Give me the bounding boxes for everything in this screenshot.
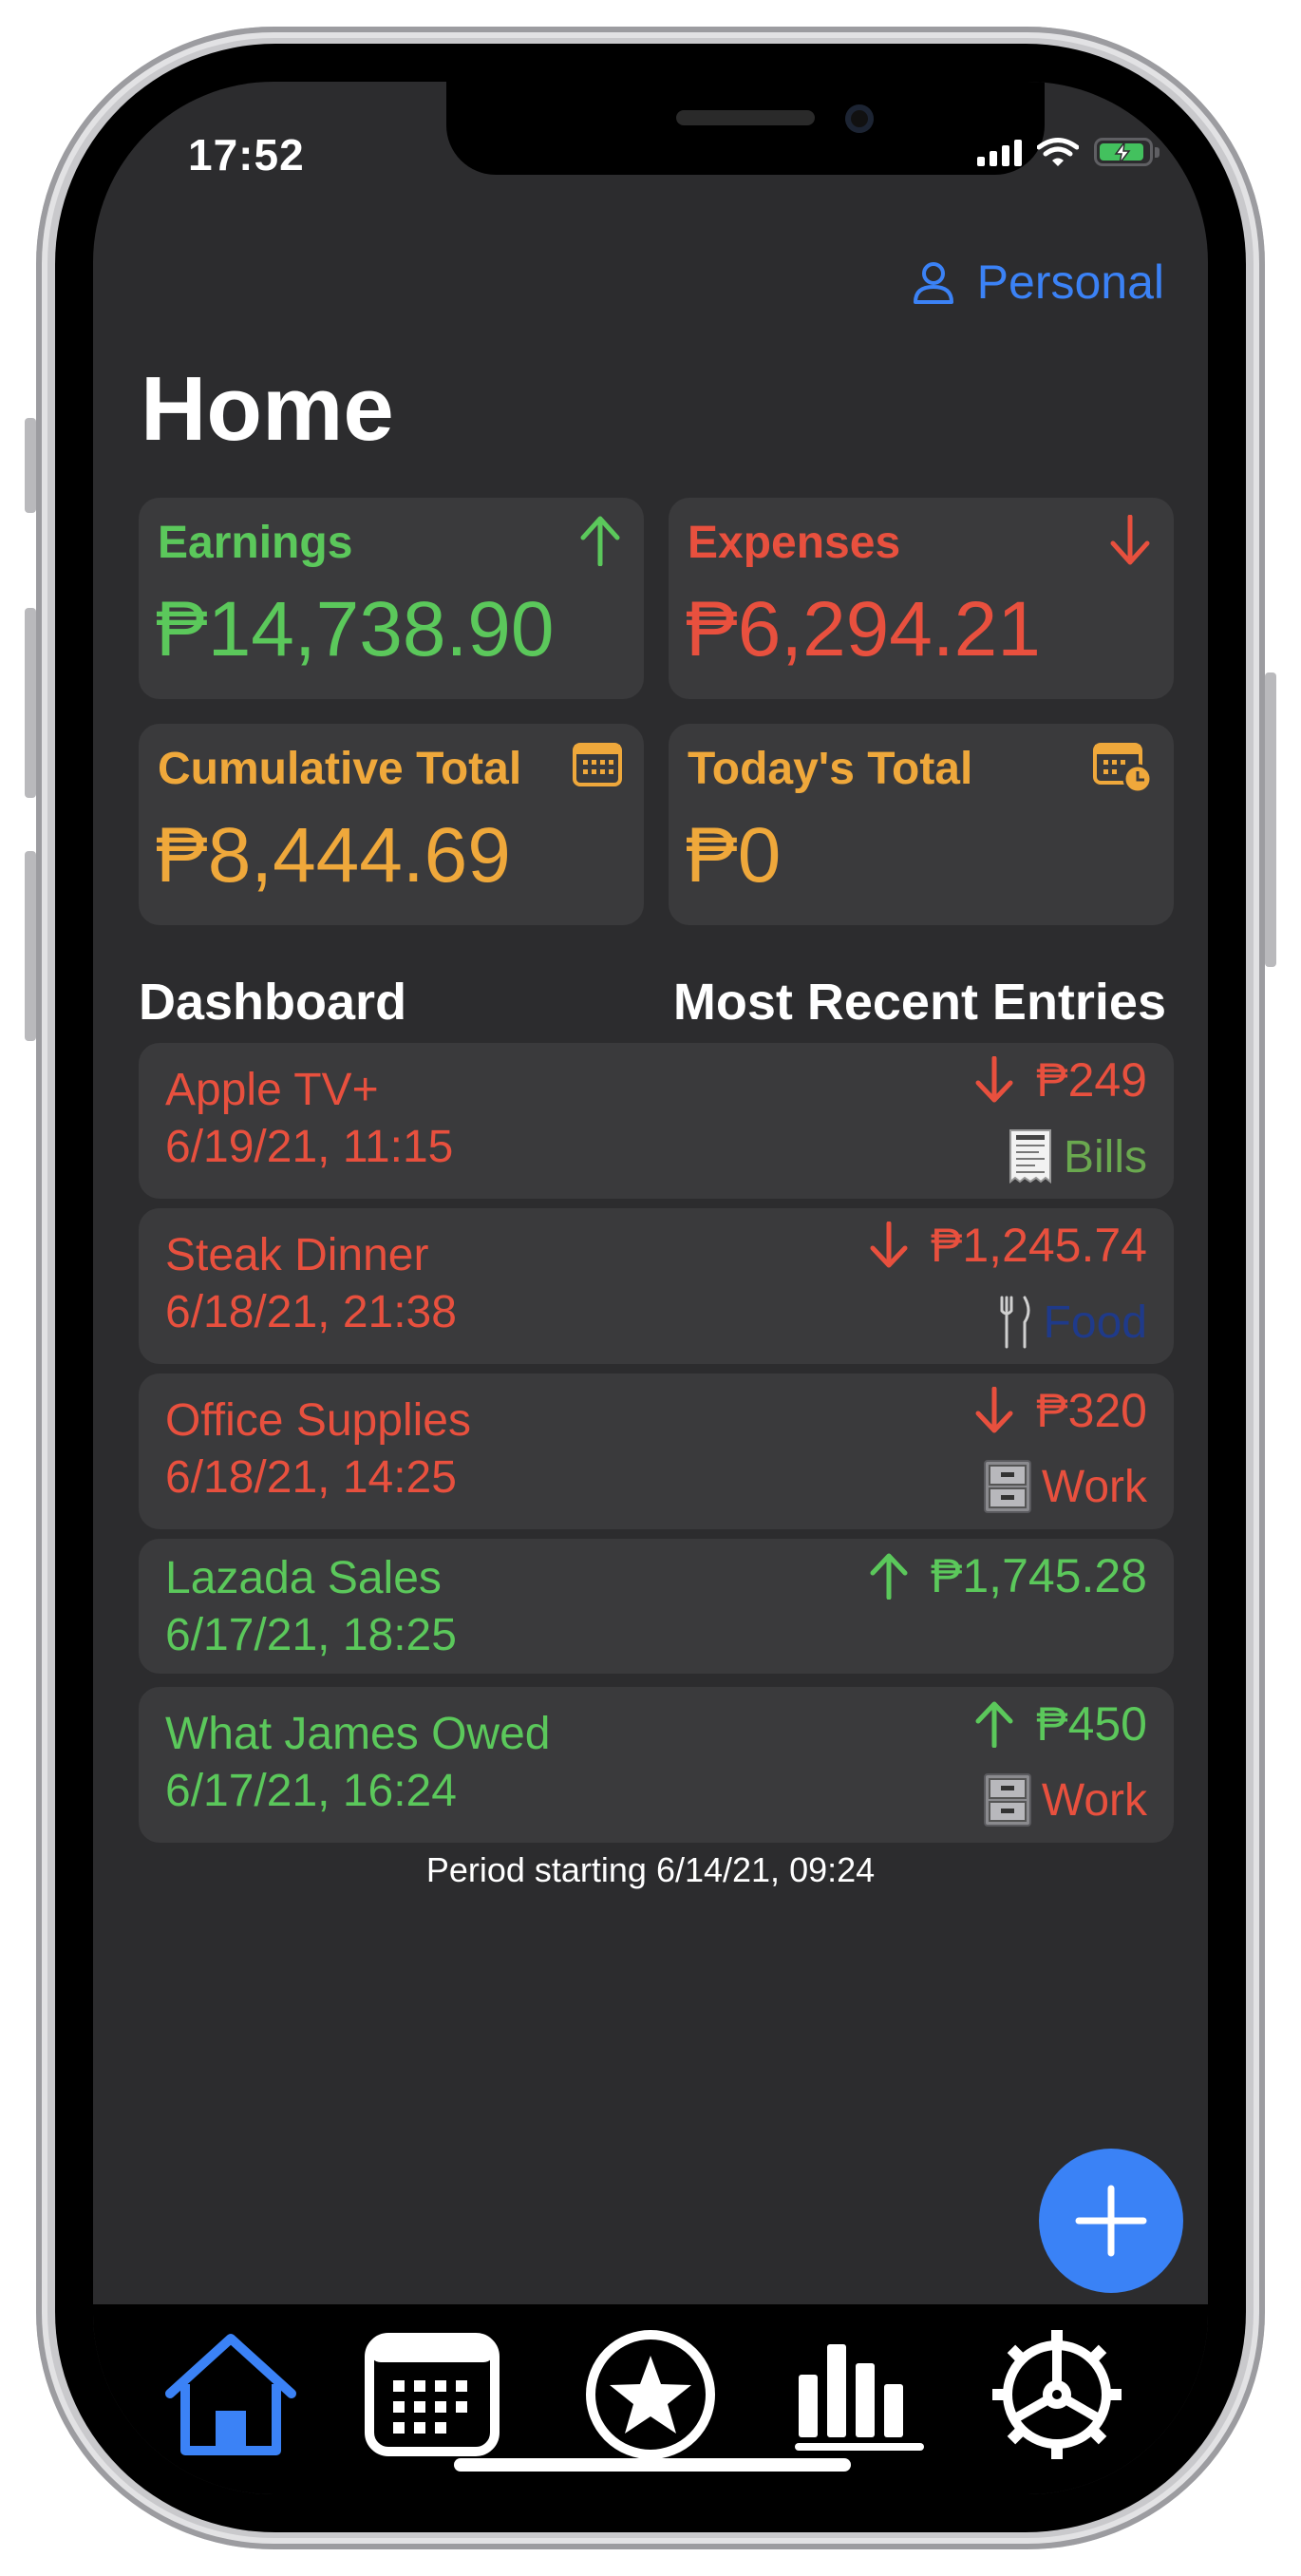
entry-row[interactable]: Lazada Sales 6/17/21, 18:25 ₱1,745.28	[139, 1539, 1174, 1674]
volume-up-button	[25, 608, 36, 798]
front-camera	[845, 104, 874, 133]
volume-down-button	[25, 851, 36, 1041]
entry-name: Office Supplies	[165, 1395, 471, 1446]
notch	[446, 82, 1045, 175]
entry-row[interactable]: Steak Dinner 6/18/21, 21:38 ₱1,245.74 Fo…	[139, 1208, 1174, 1364]
entry-category: Bills	[1063, 1131, 1147, 1183]
page-title: Home	[141, 358, 394, 460]
battery-icon	[1094, 138, 1160, 166]
entry-row[interactable]: Office Supplies 6/18/21, 14:25 ₱320 Work	[139, 1373, 1174, 1529]
calendar-clock-icon	[1092, 741, 1153, 799]
bar-chart-icon	[795, 2344, 924, 2451]
todays-total-title: Today's Total	[688, 744, 973, 794]
status-time: 17:52	[188, 130, 305, 180]
earnings-card[interactable]: Earnings ₱14,738.90	[139, 498, 644, 699]
mute-switch	[25, 418, 36, 513]
profile-label: Personal	[976, 256, 1164, 309]
fork-knife-icon	[1000, 1296, 1030, 1349]
arrow-down-icon	[975, 1056, 1013, 1103]
entry-date: 6/17/21, 16:24	[165, 1766, 457, 1816]
app-screen: 17:52 Personal Home Earnings ₱14,738.90 …	[93, 82, 1208, 2494]
entry-amount: ₱450	[1036, 1697, 1147, 1751]
home-icon	[165, 2334, 296, 2455]
period-label: Period starting 6/14/21, 09:24	[425, 1850, 876, 1889]
entry-amount: ₱320	[1036, 1384, 1147, 1437]
tab-favorites[interactable]	[579, 2323, 722, 2466]
earnings-title: Earnings	[158, 518, 353, 568]
calendar-icon	[365, 2333, 500, 2456]
arrow-up-icon	[975, 1701, 1013, 1748]
profile-switcher[interactable]: Personal	[911, 255, 1164, 310]
star-icon	[586, 2330, 715, 2459]
entry-name: Lazada Sales	[165, 1553, 442, 1603]
entry-row[interactable]: What James Owed 6/17/21, 16:24 ₱450 Work	[139, 1687, 1174, 1843]
todays-total-value: ₱0	[686, 812, 782, 899]
settings-gear-icon	[992, 2330, 1122, 2459]
arrow-up-icon	[577, 515, 623, 571]
entry-amount: ₱1,245.74	[931, 1219, 1147, 1272]
cumulative-total-title: Cumulative Total	[158, 744, 522, 794]
arrow-down-icon	[975, 1387, 1013, 1433]
cumulative-total-value: ₱8,444.69	[156, 812, 511, 899]
expenses-title: Expenses	[688, 518, 901, 568]
cellular-signal-icon	[977, 138, 1022, 166]
entry-date: 6/19/21, 11:15	[165, 1122, 454, 1172]
entry-row[interactable]: Apple TV+ 6/19/21, 11:15 ₱249 Bills	[139, 1043, 1174, 1199]
file-cabinet-icon	[983, 1460, 1031, 1513]
expenses-card[interactable]: Expenses ₱6,294.21	[669, 498, 1174, 699]
arrow-down-icon	[1107, 514, 1153, 571]
tab-statistics[interactable]	[788, 2323, 931, 2466]
tab-bar	[93, 2304, 1208, 2494]
entry-amount: ₱1,745.28	[931, 1549, 1147, 1602]
earnings-value: ₱14,738.90	[156, 586, 555, 672]
entry-name: What James Owed	[165, 1709, 551, 1759]
entry-category: Work	[1041, 1774, 1147, 1826]
entry-date: 6/17/21, 18:25	[165, 1610, 457, 1660]
tab-home[interactable]	[160, 2323, 302, 2466]
wifi-icon	[1037, 138, 1079, 166]
entry-category: Food	[1043, 1297, 1147, 1348]
entry-date: 6/18/21, 14:25	[165, 1452, 457, 1503]
file-cabinet-icon	[983, 1773, 1031, 1827]
entry-name: Steak Dinner	[165, 1230, 429, 1280]
power-button	[1265, 672, 1276, 967]
receipt-icon	[1009, 1129, 1051, 1184]
todays-total-card[interactable]: Today's Total ₱0	[669, 724, 1174, 925]
speaker	[676, 110, 815, 125]
home-indicator[interactable]	[454, 2458, 851, 2472]
entry-category: Work	[1041, 1461, 1147, 1512]
plus-icon	[1075, 2185, 1147, 2257]
person-icon	[913, 262, 953, 304]
expenses-value: ₱6,294.21	[686, 586, 1041, 672]
cumulative-total-card[interactable]: Cumulative Total ₱8,444.69	[139, 724, 644, 925]
calendar-icon	[572, 741, 623, 793]
entry-name: Apple TV+	[165, 1065, 379, 1115]
arrow-up-icon	[870, 1553, 908, 1600]
tab-calendar[interactable]	[361, 2323, 503, 2466]
add-entry-button[interactable]	[1039, 2149, 1183, 2293]
tab-settings[interactable]	[986, 2323, 1128, 2466]
entry-amount: ₱249	[1036, 1053, 1147, 1107]
arrow-down-icon	[870, 1222, 908, 1268]
dashboard-label: Dashboard	[139, 974, 407, 1031]
most-recent-entries-label: Most Recent Entries	[672, 974, 1166, 1031]
entry-date: 6/18/21, 21:38	[165, 1287, 457, 1337]
status-icons	[977, 137, 1160, 167]
